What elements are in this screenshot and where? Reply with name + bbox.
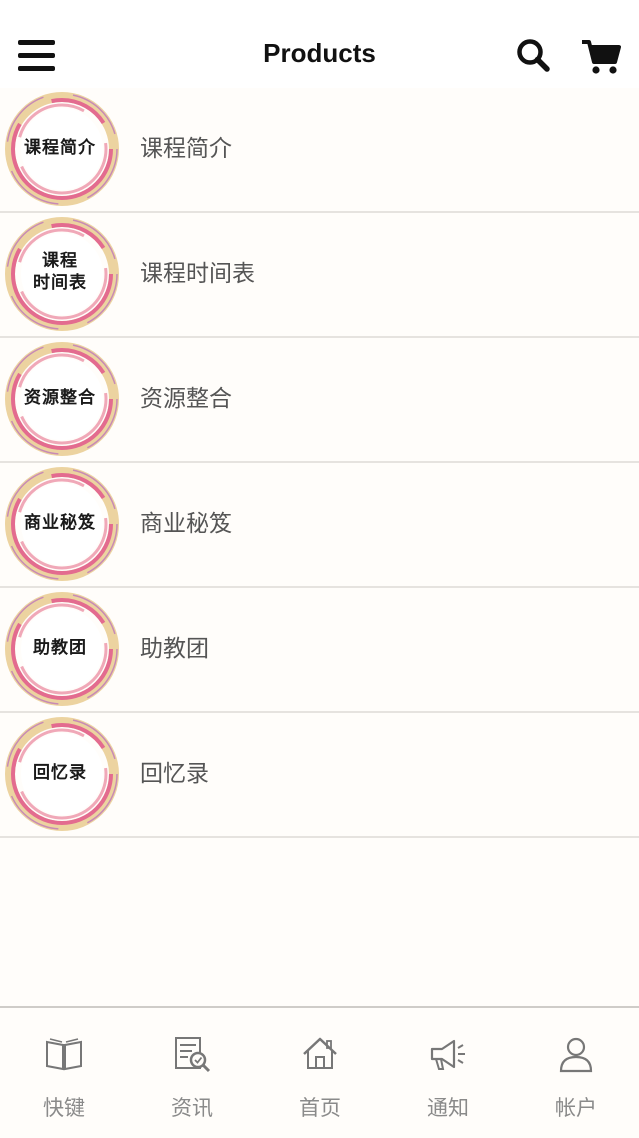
badge-text: 资源整合 [24, 388, 96, 408]
search-icon[interactable] [516, 38, 550, 72]
tab-label: 资讯 [171, 1096, 213, 1120]
product-list: 课程简介 课程简介 课程 时间表 课程时间表 资源整合 资源整合 商业秘笈 商业… [0, 88, 639, 838]
book-icon [46, 1038, 82, 1071]
tab-label: 快键 [43, 1096, 85, 1120]
list-item-label: 资源整合 [140, 386, 232, 412]
tab-label: 通知 [427, 1096, 469, 1120]
list-item[interactable]: 助教团 助教团 [0, 588, 639, 713]
badge-text: 商业秘笈 [24, 513, 96, 533]
list-item[interactable]: 课程 时间表 课程时间表 [0, 213, 639, 338]
list-item[interactable]: 回忆录 回忆录 [0, 713, 639, 838]
badge-text: 课程 [42, 251, 78, 271]
list-item-label: 回忆录 [140, 761, 209, 787]
badge-text: 课程简介 [24, 138, 96, 158]
home-icon [303, 1037, 337, 1069]
tab-account[interactable]: 帐户 [512, 1008, 639, 1138]
list-item-label: 课程简介 [140, 136, 232, 162]
list-item-label: 课程时间表 [140, 261, 255, 287]
app-header: Products [0, 0, 639, 89]
news-icon [175, 1037, 211, 1073]
tab-news[interactable]: 资讯 [128, 1008, 256, 1138]
badge-text: 助教团 [33, 638, 87, 658]
tab-label: 首页 [299, 1096, 341, 1120]
megaphone-icon [430, 1039, 465, 1070]
tab-shortcuts[interactable]: 快键 [0, 1008, 128, 1138]
list-item[interactable]: 商业秘笈 商业秘笈 [0, 463, 639, 588]
bottom-tab-bar: 快键 资讯 首页 通知 帐户 [0, 1006, 639, 1138]
tab-label: 帐户 [555, 1096, 597, 1120]
list-item-label: 助教团 [140, 636, 209, 662]
shopping-cart-icon[interactable] [580, 38, 622, 76]
list-item-label: 商业秘笈 [140, 511, 232, 537]
user-icon [559, 1037, 593, 1073]
tab-notifications[interactable]: 通知 [384, 1008, 512, 1138]
badge-text: 回忆录 [33, 763, 87, 783]
badge-text: 时间表 [33, 273, 87, 293]
list-item[interactable]: 资源整合 资源整合 [0, 338, 639, 463]
tab-home[interactable]: 首页 [256, 1008, 384, 1138]
list-item[interactable]: 课程简介 课程简介 [0, 88, 639, 213]
